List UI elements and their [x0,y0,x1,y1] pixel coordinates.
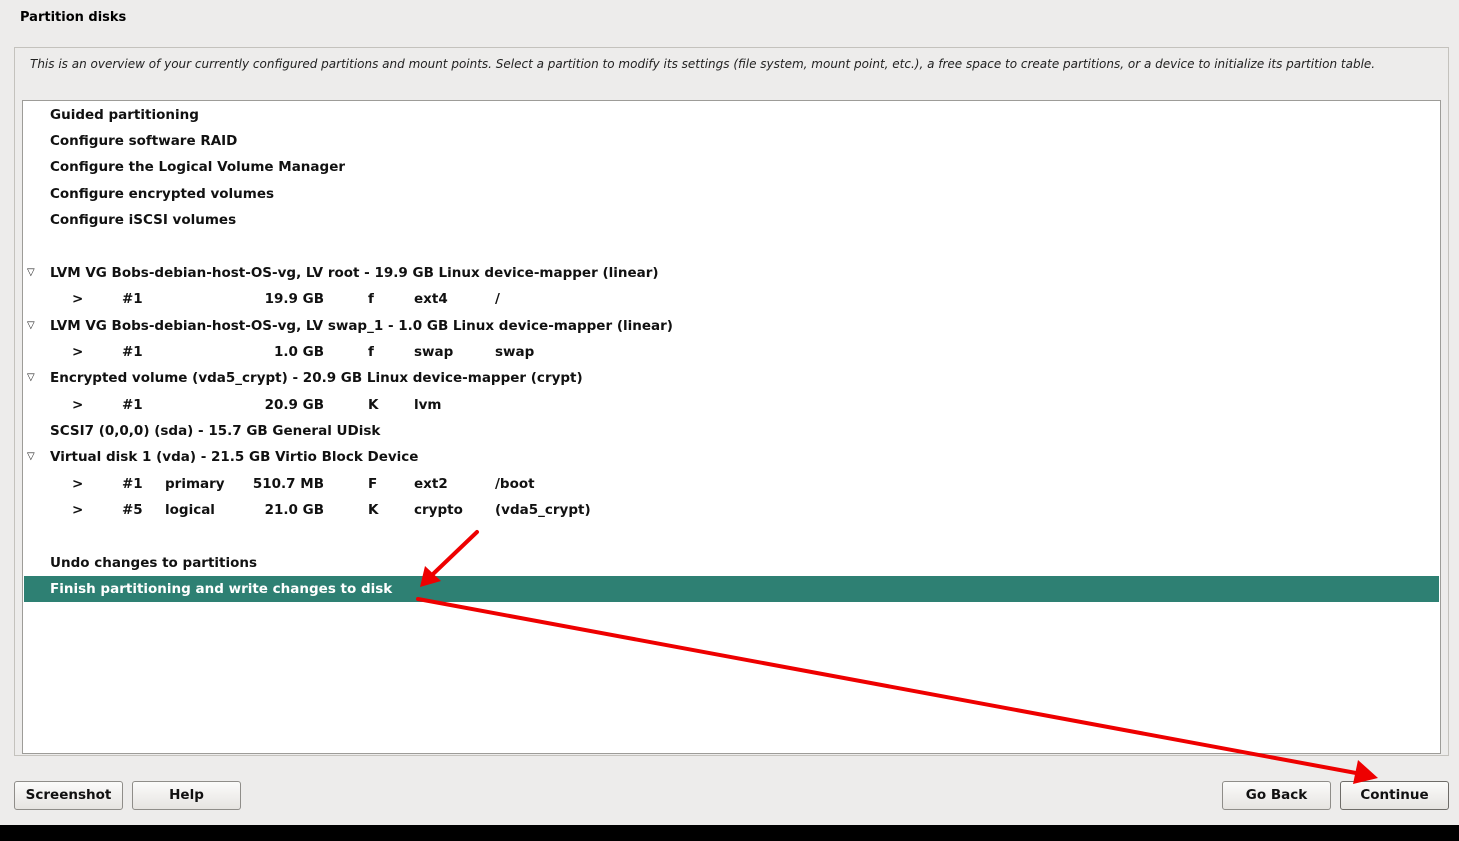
mount-point: swap [495,344,535,360]
format-flag: K [368,397,379,413]
chevron-right-icon: > [72,476,84,492]
menu-item-encrypted-volumes[interactable]: Configure encrypted volumes [24,181,1439,207]
expander-icon[interactable]: ▽ [27,365,35,391]
partition-size: 19.9 GB [264,291,324,307]
partition-number: #1 [122,397,143,413]
partition-number: #1 [122,476,143,492]
continue-button[interactable]: Continue [1340,781,1449,810]
expander-icon[interactable]: ▽ [27,313,35,339]
description-text: This is an overview of your currently co… [30,57,1376,71]
partition-list[interactable]: Guided partitioning Configure software R… [22,100,1441,754]
partition-type: primary [165,476,225,492]
menu-item-lvm[interactable]: Configure the Logical Volume Manager [24,154,1439,180]
device-row-lvm-root[interactable]: ▽ LVM VG Bobs-debian-host-OS-vg, LV root… [24,260,1439,286]
chevron-right-icon: > [72,397,84,413]
device-row-encrypted-volume[interactable]: ▽ Encrypted volume (vda5_crypt) - 20.9 G… [24,365,1439,391]
menu-item-iscsi[interactable]: Configure iSCSI volumes [24,207,1439,233]
partition-number: #5 [122,502,143,518]
partition-size: 21.0 GB [264,502,324,518]
format-flag: f [368,291,374,307]
go-back-button[interactable]: Go Back [1222,781,1331,810]
chevron-right-icon: > [72,344,84,360]
expander-icon[interactable]: ▽ [27,444,35,470]
expander-icon[interactable]: ▽ [27,260,35,286]
partition-size: 510.7 MB [252,476,324,492]
partition-size: 1.0 GB [274,344,324,360]
partition-number: #1 [122,291,143,307]
mount-point: /boot [495,476,535,492]
filesystem: ext2 [414,476,448,492]
undo-changes-item[interactable]: Undo changes to partitions [24,550,1439,576]
partition-row-crypt-1[interactable]: > #1 20.9 GB K lvm [24,392,1439,418]
device-row-sda[interactable]: SCSI7 (0,0,0) (sda) - 15.7 GB General UD… [24,418,1439,444]
partition-number: #1 [122,344,143,360]
partition-size: 20.9 GB [264,397,324,413]
format-flag: K [368,502,379,518]
page-title: Partition disks [20,10,127,25]
menu-item-software-raid[interactable]: Configure software RAID [24,128,1439,154]
partition-row-lvm-root-1[interactable]: > #1 19.9 GB f ext4 / [24,286,1439,312]
filesystem: crypto [414,502,463,518]
chevron-right-icon: > [72,291,84,307]
format-flag: f [368,344,374,360]
mount-point: (vda5_crypt) [495,502,591,518]
device-row-vda[interactable]: ▽ Virtual disk 1 (vda) - 21.5 GB Virtio … [24,444,1439,470]
filesystem: ext4 [414,291,448,307]
filesystem: swap [414,344,454,360]
partition-row-vda-1[interactable]: > #1 primary 510.7 MB F ext2 /boot [24,471,1439,497]
partition-row-vda-5[interactable]: > #5 logical 21.0 GB K crypto (vda5_cryp… [24,497,1439,523]
finish-partitioning-item[interactable]: Finish partitioning and write changes to… [24,576,1439,602]
format-flag: F [368,476,378,492]
filesystem: lvm [414,397,442,413]
partition-type: logical [165,502,215,518]
help-button[interactable]: Help [132,781,241,810]
chevron-right-icon: > [72,502,84,518]
mount-point: / [495,291,500,307]
menu-item-guided-partitioning[interactable]: Guided partitioning [24,102,1439,128]
device-row-lvm-swap[interactable]: ▽ LVM VG Bobs-debian-host-OS-vg, LV swap… [24,313,1439,339]
partition-row-lvm-swap-1[interactable]: > #1 1.0 GB f swap swap [24,339,1439,365]
installer-window: Partition disks This is an overview of y… [0,0,1459,825]
screenshot-button[interactable]: Screenshot [14,781,123,810]
